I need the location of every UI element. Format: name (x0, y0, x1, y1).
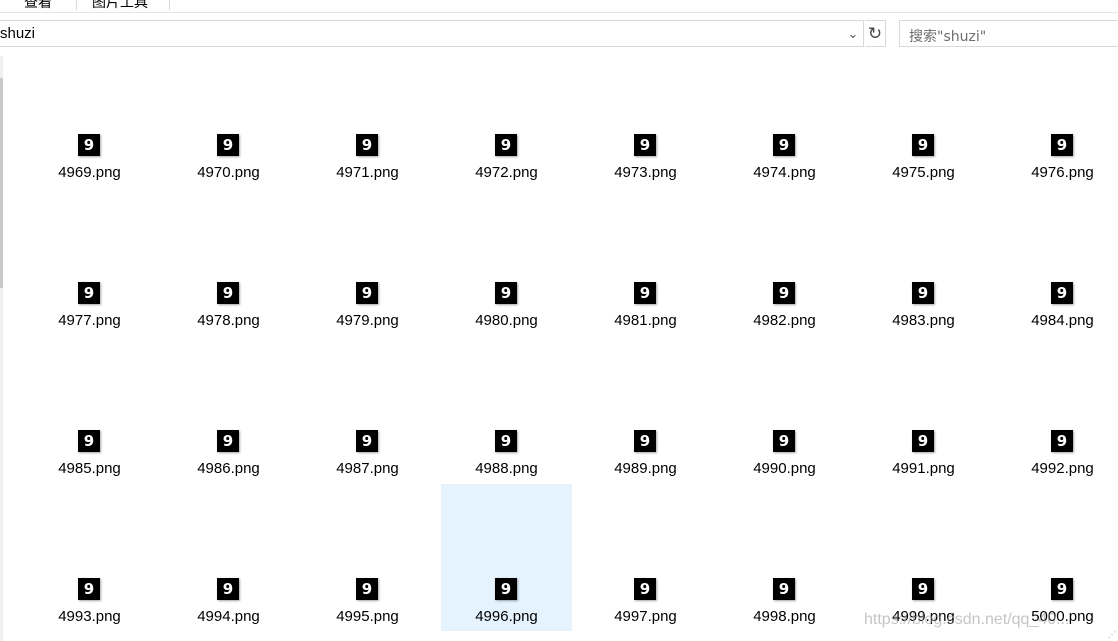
file-name: 4970.png (197, 164, 260, 181)
file-item[interactable]: 9 4976.png (997, 68, 1118, 215)
image-thumbnail: 9 (78, 430, 100, 452)
image-thumbnail: 9 (217, 282, 239, 304)
file-item[interactable]: 9 4982.png (719, 216, 850, 363)
image-thumbnail: 9 (78, 282, 100, 304)
file-item[interactable]: 9 4997.png (580, 484, 711, 631)
file-name: 4972.png (475, 164, 538, 181)
file-name: 4998.png (753, 608, 816, 625)
file-name: 4993.png (58, 608, 121, 625)
file-item[interactable]: 9 4978.png (163, 216, 294, 363)
image-thumbnail: 9 (912, 430, 934, 452)
file-name: 4976.png (1031, 164, 1094, 181)
image-thumbnail: 9 (495, 578, 517, 600)
image-thumbnail: 9 (634, 282, 656, 304)
file-item[interactable]: 9 4979.png (302, 216, 433, 363)
image-thumbnail: 9 (78, 134, 100, 156)
image-thumbnail: 9 (217, 578, 239, 600)
image-thumbnail: 9 (634, 430, 656, 452)
image-thumbnail: 9 (78, 578, 100, 600)
file-name: 4984.png (1031, 312, 1094, 329)
file-name: 4985.png (58, 460, 121, 477)
file-item[interactable]: 9 4980.png (441, 216, 572, 363)
image-thumbnail: 9 (1051, 578, 1073, 600)
image-thumbnail: 9 (634, 134, 656, 156)
watermark: https://blog.csdn.net/qq_40... (864, 611, 1070, 628)
image-thumbnail: 9 (495, 134, 517, 156)
image-thumbnail: 9 (1051, 282, 1073, 304)
image-thumbnail: 9 (634, 578, 656, 600)
image-thumbnail: 9 (1051, 134, 1073, 156)
image-thumbnail: 9 (495, 282, 517, 304)
file-item[interactable]: 9 4999.png (858, 484, 989, 631)
image-thumbnail: 9 (217, 430, 239, 452)
resize-grip-icon[interactable]: ⋰ (1108, 630, 1116, 639)
file-item[interactable]: 9 4972.png (441, 68, 572, 215)
file-item[interactable]: 9 4971.png (302, 68, 433, 215)
file-name: 4991.png (892, 460, 955, 477)
file-item[interactable]: 9 4994.png (163, 484, 294, 631)
file-name: 4988.png (475, 460, 538, 477)
image-thumbnail: 9 (773, 134, 795, 156)
file-item[interactable]: 9 4998.png (719, 484, 850, 631)
image-thumbnail: 9 (912, 578, 934, 600)
file-name: 4969.png (58, 164, 121, 181)
file-name: 4996.png (475, 608, 538, 625)
file-name: 4992.png (1031, 460, 1094, 477)
file-name: 4983.png (892, 312, 955, 329)
image-thumbnail: 9 (356, 578, 378, 600)
file-name: 4980.png (475, 312, 538, 329)
image-thumbnail: 9 (1051, 430, 1073, 452)
file-name: 4982.png (753, 312, 816, 329)
file-name: 4989.png (614, 460, 677, 477)
file-item[interactable]: 9 4975.png (858, 68, 989, 215)
file-name: 4994.png (197, 608, 260, 625)
file-item[interactable]: 9 4995.png (302, 484, 433, 631)
file-item[interactable]: 9 4977.png (24, 216, 155, 363)
file-name: 4975.png (892, 164, 955, 181)
file-item[interactable]: 9 4993.png (24, 484, 155, 631)
image-thumbnail: 9 (356, 134, 378, 156)
image-thumbnail: 9 (912, 282, 934, 304)
file-item[interactable]: 9 4973.png (580, 68, 711, 215)
file-name: 4973.png (614, 164, 677, 181)
image-thumbnail: 9 (773, 282, 795, 304)
file-name: 4977.png (58, 312, 121, 329)
file-item[interactable]: 9 4974.png (719, 68, 850, 215)
file-name: 4974.png (753, 164, 816, 181)
file-item[interactable]: 9 4996.png (441, 484, 572, 631)
file-item[interactable]: 9 4984.png (997, 216, 1118, 363)
file-name: 4987.png (336, 460, 399, 477)
image-thumbnail: 9 (773, 430, 795, 452)
image-thumbnail: 9 (356, 282, 378, 304)
file-name: 4978.png (197, 312, 260, 329)
image-thumbnail: 9 (495, 430, 517, 452)
image-thumbnail: 9 (217, 134, 239, 156)
file-name: 4995.png (336, 608, 399, 625)
file-name: 4971.png (336, 164, 399, 181)
image-thumbnail: 9 (912, 134, 934, 156)
file-name: 4981.png (614, 312, 677, 329)
file-name: 4979.png (336, 312, 399, 329)
image-thumbnail: 9 (356, 430, 378, 452)
file-name: 4990.png (753, 460, 816, 477)
file-item[interactable]: 9 4970.png (163, 68, 294, 215)
image-thumbnail: 9 (773, 578, 795, 600)
file-item[interactable]: 9 5000.png (997, 484, 1118, 631)
file-item[interactable]: 9 4969.png (24, 68, 155, 215)
file-item[interactable]: 9 4981.png (580, 216, 711, 363)
file-item[interactable]: 9 4983.png (858, 216, 989, 363)
file-name: 4986.png (197, 460, 260, 477)
file-grid: 9 4969.png 9 4970.png 9 4971.png 9 4972.png 9 497… (0, 0, 1118, 641)
file-name: 4997.png (614, 608, 677, 625)
